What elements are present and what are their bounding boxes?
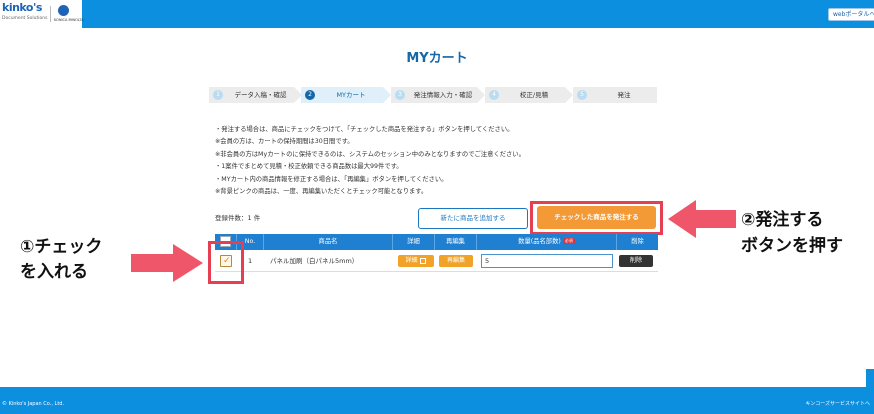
service-site-link[interactable]: キンコーズサービスサイトへ [805, 400, 870, 407]
header-qty: 数量(品名部数) 必須 [477, 234, 617, 250]
header-name: 商品名 [264, 234, 393, 250]
step-label: データ入稿・確認 [234, 91, 287, 99]
partner-logo-text: KONICA MINOLTA [54, 18, 84, 22]
kinkos-logo[interactable]: kinko's Document Solutions KONICA MINOLT… [0, 0, 84, 28]
step-order-info: 3 発注情報入力・確認 [391, 87, 485, 103]
header-reedit: 再編集 [435, 234, 477, 250]
detail-button-label: 詳細 [405, 257, 418, 264]
checkbox-highlight [208, 241, 244, 284]
quantity-input[interactable]: 5 [481, 254, 613, 268]
logo-subtitle: Document Solutions [2, 16, 48, 21]
site-header: kinko's Document Solutions KONICA MINOLT… [0, 0, 874, 28]
logo-text: kinko's [2, 1, 42, 14]
web-portal-button[interactable]: webポータルへ [828, 8, 874, 21]
item-count: 登録件数：1 件 [215, 212, 260, 222]
row-no: 1 [248, 257, 253, 265]
step-arrow-icon [477, 87, 485, 103]
reedit-button[interactable]: 再編集 [439, 255, 473, 267]
delete-button[interactable]: 削除 [619, 255, 653, 267]
note-line: ・1案件でまとめて見積・校正依頼できる商品数は最大99件です。 [215, 163, 403, 171]
step-number: 3 [395, 90, 405, 100]
order-button-highlight [530, 201, 663, 235]
annotation-step2-line2: ボタンを押す [741, 236, 843, 256]
step-label: 校正/見積 [519, 91, 549, 99]
step-proof-estimate: 4 校正/見積 [485, 87, 573, 103]
step-number: 2 [305, 90, 315, 100]
progress-steps: 1 データ入稿・確認 2 MYカート 3 発注情報入力・確認 4 校正/見積 5… [209, 87, 657, 103]
detail-button[interactable]: 詳細 [398, 255, 434, 267]
annotation-step2-line1: ②発注する [741, 210, 824, 230]
step-arrow-icon [383, 87, 391, 103]
row-product-name: パネル加刷（白パネル5mm） [270, 257, 359, 265]
annotation-step1-line2: を入れる [20, 262, 88, 282]
step-label: 発注 [617, 91, 631, 99]
arrow-left-icon [668, 200, 736, 238]
note-line: ※非会員の方はMyカートのに保持できるのは、システムのセッション中のみとなります… [215, 150, 525, 158]
external-link-icon [420, 257, 427, 264]
arrow-right-icon [131, 244, 203, 282]
step-label: 発注情報入力・確認 [413, 91, 473, 99]
note-line: ※会員の方は、カートの保持期間は30日間です。 [215, 138, 354, 146]
item-count-label: 登録件数： [215, 214, 248, 222]
note-line: ※背景ピンクの商品は、一度、再編集いただくとチェック可能となります。 [215, 188, 428, 196]
step-arrow-icon [294, 87, 302, 103]
step-data-upload: 1 データ入稿・確認 [209, 87, 302, 103]
add-item-button[interactable]: 新たに商品を追加する [418, 208, 528, 229]
item-count-unit: 件 [253, 214, 261, 222]
note-line: ・MYカート内の商品情報を修正する場合は、「再編集」ボタンを押してください。 [215, 175, 448, 183]
copyright-text: © Kinko's Japan Co., Ltd. [2, 401, 65, 407]
table-row: ✓ 1 パネル加刷（白パネル5mm） 詳細 再編集 5 削除 [215, 250, 658, 272]
step-order: 5 発注 [573, 87, 657, 103]
table-header: No. 商品名 詳細 再編集 数量(品名部数) 必須 削除 [215, 234, 658, 250]
header-detail: 詳細 [393, 234, 435, 250]
required-badge: 必須 [562, 238, 575, 244]
site-footer: © Kinko's Japan Co., Ltd. キンコーズサービスサイトへ [0, 387, 874, 414]
step-label: MYカート [336, 91, 366, 99]
step-my-cart: 2 MYカート [301, 87, 391, 103]
konica-minolta-logo-icon [58, 5, 69, 16]
note-line: ・発注する場合は、商品にチェックをつけて、「チェックした商品を発注する」ボタンを… [215, 126, 514, 133]
logo-divider [50, 6, 51, 22]
header-delete: 削除 [631, 238, 644, 245]
step-number: 5 [577, 90, 587, 100]
page-title: MYカート [406, 51, 468, 66]
step-number: 4 [489, 90, 499, 100]
step-arrow-icon [565, 87, 573, 103]
header-qty-label: 数量(品名部数) [518, 238, 561, 245]
cart-instructions: ・発注する場合は、商品にチェックをつけて、「チェックした商品を発注する」ボタンを… [215, 124, 665, 198]
step-number: 1 [213, 90, 223, 100]
scroll-top-tab[interactable] [866, 369, 874, 387]
annotation-step1-line1: ①チェック [20, 237, 103, 257]
